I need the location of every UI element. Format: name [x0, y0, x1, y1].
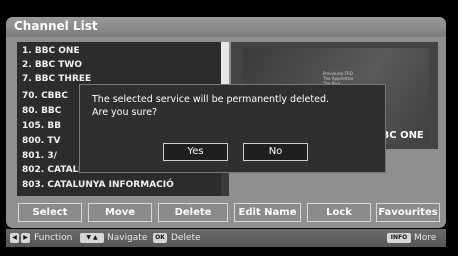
no-button[interactable]: No	[243, 143, 308, 161]
channel-item[interactable]: 803. CATALUNYA INFORMACIÓ	[22, 179, 174, 192]
select-button[interactable]: Select	[18, 203, 82, 222]
key-hint-bar: ◀ ▶ Function ▼ ▲ Navigate OK Delete INFO…	[6, 229, 446, 247]
function-hint: Function	[34, 233, 73, 243]
title-bar: Channel List	[6, 17, 446, 37]
ok-key-icon: OK	[153, 233, 167, 243]
tv-screen: Channel List 1. BBC ONE 2. BBC TWO 7. BB…	[0, 0, 458, 256]
channel-item[interactable]: 105. BB	[22, 120, 61, 133]
info-key-icon: INFO	[387, 233, 411, 243]
right-arrow-icon: ▶	[21, 233, 30, 243]
favourites-button[interactable]: Favourites	[376, 203, 440, 222]
lock-button[interactable]: Lock	[307, 203, 371, 222]
up-down-arrow-icon: ▼ ▲	[80, 233, 104, 243]
delete-hint: Delete	[171, 233, 201, 243]
delete-confirm-dialog: The selected service will be permanently…	[79, 84, 386, 173]
dialog-message: The selected service will be permanently…	[92, 93, 329, 119]
dialog-message-line: The selected service will be permanently…	[92, 94, 330, 105]
channel-item[interactable]: 1. BBC ONE	[22, 45, 80, 58]
edit-name-button[interactable]: Edit Name	[234, 203, 301, 222]
channel-item[interactable]: 800. TV	[22, 135, 60, 148]
left-arrow-icon: ◀	[10, 233, 19, 243]
navigate-hint: Navigate	[107, 233, 148, 243]
channel-item[interactable]: 801. 3/	[22, 150, 57, 163]
move-button[interactable]: Move	[88, 203, 152, 222]
more-hint: More	[414, 233, 437, 243]
channel-item[interactable]: 80. BBC	[22, 105, 61, 118]
channel-item[interactable]: 2. BBC TWO	[22, 59, 82, 72]
dialog-message-line: Are you sure?	[92, 107, 158, 118]
yes-button[interactable]: Yes	[163, 143, 228, 161]
delete-button[interactable]: Delete	[158, 203, 228, 222]
channel-item[interactable]: 70. CBBC	[22, 90, 68, 103]
page-title: Channel List	[14, 19, 98, 33]
